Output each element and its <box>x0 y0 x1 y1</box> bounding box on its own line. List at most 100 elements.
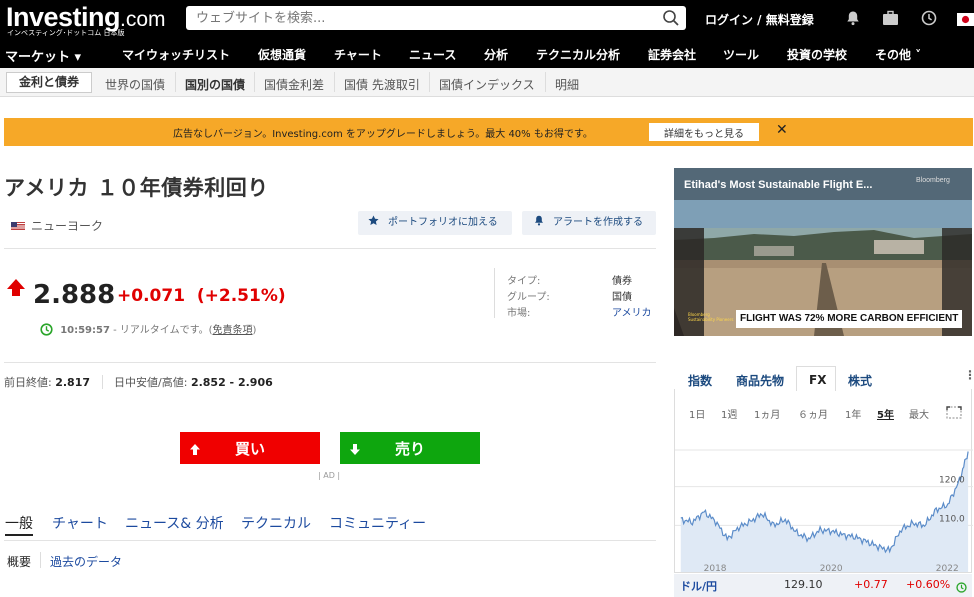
disclaimer-link[interactable]: 免責条項 <box>213 325 253 336</box>
realtime-close: ) <box>252 325 257 336</box>
tab-technical[interactable]: テクニカル <box>241 513 311 533</box>
logo-subtitle: インベスティング･ドットコム 日本版 <box>7 29 125 37</box>
expand-chart-icon[interactable] <box>946 404 962 423</box>
subnav-rates-bonds[interactable]: 金利と債券 <box>6 72 93 93</box>
nav-more[interactable]: その他 ˅ <box>875 46 921 63</box>
market-link[interactable]: アメリカ <box>612 304 652 319</box>
nav-tools[interactable]: ツール <box>723 46 759 63</box>
subnav-world-bonds[interactable]: 世界の国債 <box>105 76 165 93</box>
chart-area <box>680 451 969 572</box>
realtime-clock-icon <box>40 323 57 336</box>
tab-chart[interactable]: チャート <box>52 513 108 533</box>
video-tag: Bloomberg Sustainability Pioneers <box>688 312 734 322</box>
fx-change: +0.77 <box>854 578 888 591</box>
range-1y[interactable]: 1年 <box>845 406 861 421</box>
subnav-divider <box>545 72 546 92</box>
create-alert-button[interactable]: アラートを作成する <box>522 211 656 235</box>
login-link[interactable]: ログイン / 無料登録 <box>705 11 814 28</box>
logo-suffix: .com <box>120 8 166 31</box>
market-label: 市場: <box>507 308 531 319</box>
main-nav: マーケット ▾ マイウォッチリスト 仮想通貨 チャート ニュース 分析 テクニカ… <box>0 40 974 68</box>
us-flag-icon <box>11 222 25 231</box>
exchange-location: ニューヨーク <box>11 217 103 234</box>
subnav-divider <box>334 72 335 92</box>
range-max[interactable]: 最大 <box>909 406 929 421</box>
arrow-up-icon <box>6 278 26 302</box>
subnav-bond-spreads[interactable]: 国債金利差 <box>264 76 324 93</box>
tab-news-analysis[interactable]: ニュース& 分析 <box>125 513 224 533</box>
range-1m[interactable]: 1ヵ月 <box>754 406 780 421</box>
nav-analysis[interactable]: 分析 <box>484 46 508 63</box>
subtab-overview[interactable]: 概要 <box>7 553 31 570</box>
subnav-bond-indices[interactable]: 国債インデックス <box>439 76 535 93</box>
nav-education[interactable]: 投資の学校 <box>787 46 847 63</box>
video-player[interactable]: Etihad's Most Sustainable Flight E... Bl… <box>674 168 972 336</box>
range-1d[interactable]: 1日 <box>689 406 705 421</box>
create-alert-label: アラートを作成する <box>553 217 643 228</box>
group-value: 国債 <box>612 292 632 303</box>
type-value: 債券 <box>612 276 632 287</box>
divider <box>4 540 656 541</box>
search-input[interactable] <box>186 6 646 30</box>
day-range-value: 2.852 - 2.906 <box>190 376 273 389</box>
subtab-historical-data[interactable]: 過去のデータ <box>50 553 122 570</box>
sell-button[interactable]: 売り <box>340 432 480 464</box>
fx-clock-icon <box>956 578 967 597</box>
add-portfolio-button[interactable]: ポートフォリオに加える <box>358 211 512 235</box>
tab-community[interactable]: コミュニティー <box>329 513 426 533</box>
fx-pair[interactable]: ドル/円 <box>680 578 717 594</box>
nav-markets[interactable]: マーケット ▾ <box>5 46 81 65</box>
price-change: +0.071 (+2.51%) <box>117 286 286 306</box>
alert-bell-icon <box>534 211 544 235</box>
learn-more-button[interactable]: 詳細をもっと見る <box>649 123 759 141</box>
fx-quote-row[interactable]: ドル/円 129.10 +0.77 +0.60% <box>674 574 972 597</box>
japan-flag-icon[interactable] <box>957 11 974 30</box>
more-options-icon[interactable]: ⋮ <box>964 368 974 382</box>
upgrade-banner: 広告なしバージョン。Investing.com をアップグレードしましょう。最大… <box>4 118 973 146</box>
tab-general[interactable]: 一般 <box>5 513 33 533</box>
stats-divider <box>101 375 103 389</box>
fx-change-pct: +0.60% <box>906 578 951 591</box>
subnav-country-bonds[interactable]: 国別の国債 <box>185 76 245 93</box>
divider <box>4 248 656 249</box>
close-icon[interactable]: ✕ <box>776 122 788 138</box>
video-brand: Bloomberg <box>916 177 950 184</box>
info-divider <box>494 268 495 318</box>
subnav-details[interactable]: 明細 <box>555 76 579 93</box>
range-1w[interactable]: 1週 <box>721 406 737 421</box>
add-portfolio-label: ポートフォリオに加える <box>388 217 498 228</box>
briefcase-icon[interactable] <box>882 10 899 30</box>
fx-chart: 110.0 120.0 2018 2020 2022 <box>675 449 973 572</box>
chart-x-tick-label: 2018 <box>704 564 727 572</box>
widget-tab-stocks[interactable]: 株式 <box>848 372 872 389</box>
nav-news[interactable]: ニュース <box>409 46 456 63</box>
range-6m[interactable]: ６ヵ月 <box>798 406 828 421</box>
star-icon <box>368 211 379 235</box>
nav-brokers[interactable]: 証券会社 <box>648 46 696 63</box>
widget-tab-fx[interactable]: FX <box>796 366 836 391</box>
nav-charts[interactable]: チャート <box>334 46 382 63</box>
site-logo[interactable]: Investing.com インベスティング･ドットコム 日本版 <box>6 0 166 37</box>
market-widget-tabs: 指数 商品先物 FX 株式 ⋮ <box>674 366 974 391</box>
bell-icon[interactable] <box>845 10 861 30</box>
video-title: Etihad's Most Sustainable Flight E... <box>684 179 873 191</box>
buy-button[interactable]: 買い <box>180 432 320 464</box>
nav-technical[interactable]: テクニカル分析 <box>536 46 620 63</box>
subnav-divider <box>429 72 430 92</box>
range-5y[interactable]: 5年 <box>877 406 894 421</box>
day-stats: 前日終値: 2.817 日中安値/高値: 2.852 - 2.906 <box>4 374 273 390</box>
widget-tab-indices[interactable]: 指数 <box>688 372 712 389</box>
subnav-bond-forwards[interactable]: 国債 先渡取引 <box>344 76 420 93</box>
nav-crypto[interactable]: 仮想通貨 <box>258 46 306 63</box>
fx-last: 129.10 <box>784 578 823 591</box>
active-tab-indicator <box>5 534 33 536</box>
sell-arrow-icon <box>350 441 360 459</box>
clock-icon[interactable] <box>921 10 937 30</box>
search-icon[interactable] <box>662 9 680 31</box>
change-percent: (+2.51%) <box>196 286 286 306</box>
nav-watchlist[interactable]: マイウォッチリスト <box>122 46 230 63</box>
chart-x-tick-label: 2022 <box>936 564 959 572</box>
widget-tab-commodities[interactable]: 商品先物 <box>736 372 784 389</box>
chart-x-tick-label: 2020 <box>820 564 843 572</box>
prev-close-value: 2.817 <box>55 376 91 389</box>
